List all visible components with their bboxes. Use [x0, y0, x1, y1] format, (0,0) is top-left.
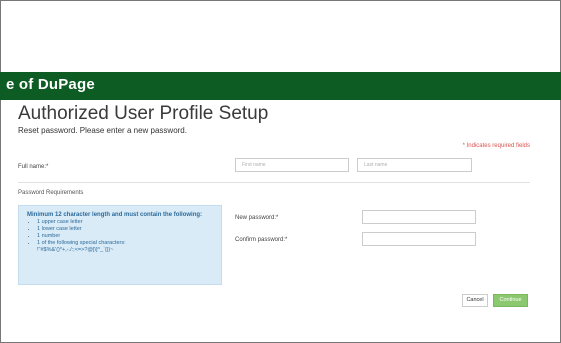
page-title: Authorized User Profile Setup: [18, 103, 269, 124]
new-password-label: New password:*: [235, 215, 279, 221]
banner-title: e of DuPage: [6, 76, 95, 93]
special-characters-value: !"#$%&'()*+,-./:;<=>?@[\]^_`{|}~: [37, 247, 114, 253]
list-item: 1 number: [37, 233, 213, 240]
new-password-input[interactable]: [362, 210, 476, 224]
confirm-password-input[interactable]: [362, 232, 476, 246]
last-name-input[interactable]: [357, 158, 472, 172]
special-characters-label: 1 of the following special characters:: [37, 240, 126, 246]
page-subtitle: Reset password. Please enter a new passw…: [18, 126, 187, 135]
list-item: 1 lower case letter: [37, 226, 213, 233]
section-divider: [18, 182, 530, 183]
requirements-heading: Minimum 12 character length and must con…: [27, 212, 203, 218]
continue-button[interactable]: Continue: [493, 294, 528, 307]
requirements-list: 1 upper case letter 1 lower case letter …: [27, 219, 213, 254]
password-requirements-box: Minimum 12 character length and must con…: [18, 205, 222, 285]
site-banner: e of DuPage: [0, 72, 561, 100]
full-name-label: Full name:*: [18, 164, 49, 170]
password-requirements-title: Password Requirements: [18, 190, 84, 196]
first-name-input[interactable]: [235, 158, 349, 172]
list-item: 1 upper case letter: [37, 219, 213, 226]
required-fields-note: * Indicates required fields: [462, 143, 530, 149]
cancel-button[interactable]: Cancel: [462, 294, 488, 307]
list-item: 1 of the following special characters: !…: [37, 240, 213, 254]
confirm-password-label: Confirm password:*: [235, 237, 288, 243]
